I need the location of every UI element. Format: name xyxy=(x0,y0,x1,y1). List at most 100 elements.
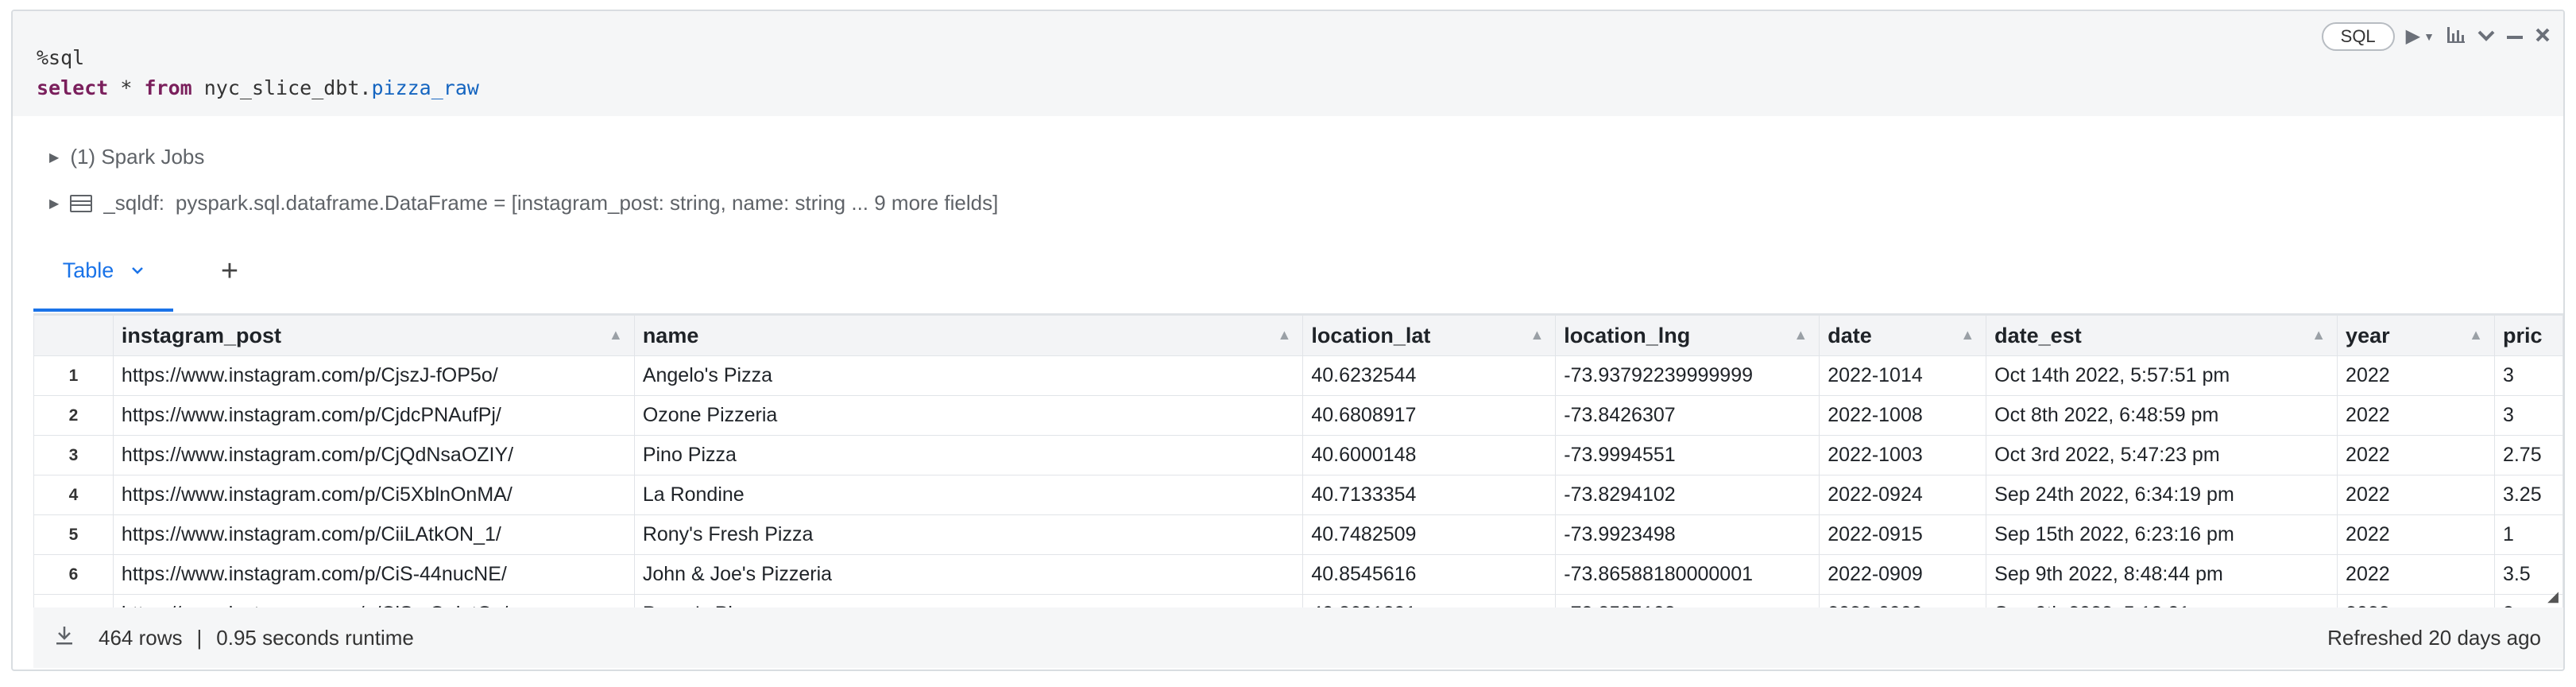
spark-jobs-row[interactable]: ▶ (1) Spark Jobs xyxy=(49,145,204,169)
table-cell[interactable]: 2022-0915 xyxy=(1819,514,1987,555)
table-cell[interactable]: https://www.instagram.com/p/CjQdNsaOZIY/ xyxy=(112,435,635,475)
add-tab-button[interactable]: + xyxy=(210,251,249,291)
minimize-icon[interactable] xyxy=(2506,27,2524,46)
table-cell[interactable]: Oct 8th 2022, 6:48:59 pm xyxy=(1986,395,2338,436)
table-cell[interactable]: Angelo's Pizza xyxy=(633,355,1304,396)
collapse-chevron-icon[interactable] xyxy=(2477,27,2495,46)
close-icon[interactable] xyxy=(2535,27,2551,47)
table-row[interactable]: 3 https://www.instagram.com/p/CjQdNsaOZIY… xyxy=(33,435,2563,475)
sort-icon[interactable]: ▲ xyxy=(1793,327,1808,344)
table-cell[interactable]: Oct 14th 2022, 5:57:51 pm xyxy=(1986,355,2338,396)
table-cell[interactable]: -73.93792239999999 xyxy=(1555,355,1820,396)
code-editor[interactable]: %sql select * from nyc_slice_dbt.pizza_r… xyxy=(13,11,2563,116)
table-cell[interactable]: 2022 xyxy=(2337,594,2495,607)
table-cell[interactable]: 40.8545616 xyxy=(1302,554,1557,595)
table-cell[interactable]: 1 xyxy=(2493,514,2563,555)
table-cell[interactable]: 40.6000148 xyxy=(1302,435,1557,475)
table-cell[interactable]: 2022-0909 xyxy=(1819,554,1987,595)
column-header[interactable]: date ▲ xyxy=(1819,315,1987,356)
run-icon[interactable]: ▶ xyxy=(2406,27,2420,46)
table-cell[interactable]: -73.8585108 xyxy=(1555,594,1820,607)
table-row[interactable]: 2 https://www.instagram.com/p/CjdcPNAufPj… xyxy=(33,395,2563,436)
dataframe-row[interactable]: ▶ _sqldf: pyspark.sql.dataframe.DataFram… xyxy=(49,191,998,215)
table-row[interactable]: 7https://www.instagram.com/p/CiSmOpiutQy… xyxy=(33,594,2563,607)
column-header[interactable]: location_lat ▲ xyxy=(1302,315,1557,356)
download-icon[interactable] xyxy=(52,624,76,652)
table-cell[interactable]: Sep 15th 2022, 6:23:16 pm xyxy=(1986,514,2338,555)
column-header[interactable]: name ▲ xyxy=(633,315,1304,356)
column-header[interactable]: instagram_post ▲ xyxy=(112,315,635,356)
table-cell[interactable]: 2022 xyxy=(2337,395,2495,436)
table-cell[interactable]: https://www.instagram.com/p/Ci5XblnOnMA/ xyxy=(112,475,635,515)
table-cell[interactable]: 2022 xyxy=(2337,355,2495,396)
chart-icon[interactable] xyxy=(2446,25,2466,49)
table-cell[interactable]: 2022-0924 xyxy=(1819,475,1987,515)
table-cell[interactable]: 2022-1003 xyxy=(1819,435,1987,475)
tab-table[interactable]: Table xyxy=(33,232,173,312)
table-cell[interactable]: 3.25 xyxy=(2493,475,2563,515)
table-cell[interactable]: https://www.instagram.com/p/CiS-44nucNE/ xyxy=(112,554,635,595)
table-row[interactable]: 4 https://www.instagram.com/p/Ci5XblnOnMA… xyxy=(33,475,2563,515)
column-header[interactable]: date_est ▲ xyxy=(1986,315,2338,356)
table-cell[interactable]: -73.8294102 xyxy=(1555,475,1820,515)
row-number[interactable]: 1 xyxy=(33,355,114,396)
table-cell[interactable]: Prego's Pizza xyxy=(633,594,1304,607)
column-header[interactable]: year ▲ xyxy=(2337,315,2495,356)
table-cell[interactable]: Sep 9th 2022, 5:13:31 pm xyxy=(1986,594,2338,607)
table-cell[interactable]: 2022-1008 xyxy=(1819,395,1987,436)
table-cell[interactable]: 40.8631291 xyxy=(1302,594,1557,607)
run-menu-chevron-icon[interactable]: ▼ xyxy=(2423,31,2435,42)
sort-icon[interactable]: ▲ xyxy=(1530,327,1544,344)
table-cell[interactable]: 2022 xyxy=(2337,514,2495,555)
table-cell[interactable]: 3 xyxy=(2493,355,2563,396)
table-cell[interactable]: Sep 24th 2022, 6:34:19 pm xyxy=(1986,475,2338,515)
table-cell[interactable]: -73.8426307 xyxy=(1555,395,1820,436)
chevron-down-icon[interactable] xyxy=(131,262,144,280)
row-number[interactable]: 2 xyxy=(33,395,114,436)
table-cell[interactable]: 2.75 xyxy=(2493,435,2563,475)
row-number[interactable]: 7 xyxy=(33,594,114,607)
sort-icon[interactable]: ▲ xyxy=(2311,327,2326,344)
row-number[interactable]: 4 xyxy=(33,475,114,515)
table-cell[interactable]: 2022 xyxy=(2337,435,2495,475)
table-cell[interactable]: -73.86588180000001 xyxy=(1555,554,1820,595)
table-row[interactable]: 5 https://www.instagram.com/p/CiiLAtkON_1… xyxy=(33,514,2563,555)
table-row[interactable]: 1 https://www.instagram.com/p/CjszJ-fOP5o… xyxy=(33,355,2563,396)
table-cell[interactable]: Ozone Pizzeria xyxy=(633,395,1304,436)
table-cell[interactable]: John & Joe's Pizzeria xyxy=(633,554,1304,595)
expand-caret-icon[interactable]: ▶ xyxy=(49,196,59,212)
table-cell[interactable]: Rony's Fresh Pizza xyxy=(633,514,1304,555)
language-selector[interactable]: SQL xyxy=(2321,22,2395,51)
resize-handle-icon[interactable]: ◢ xyxy=(2547,588,2559,605)
table-cell[interactable]: 40.6232544 xyxy=(1302,355,1557,396)
table-cell[interactable]: 3 xyxy=(2493,395,2563,436)
row-number[interactable]: 5 xyxy=(33,514,114,555)
table-cell[interactable]: Sep 9th 2022, 8:48:44 pm xyxy=(1986,554,2338,595)
table-cell[interactable]: 40.7482509 xyxy=(1302,514,1557,555)
table-cell[interactable]: https://www.instagram.com/p/CiSmOpiutQy/ xyxy=(112,594,635,607)
table-cell[interactable]: 2022-1014 xyxy=(1819,355,1987,396)
table-cell[interactable]: https://www.instagram.com/p/CjdcPNAufPj/ xyxy=(112,395,635,436)
table-row[interactable]: 6 https://www.instagram.com/p/CiS-44nucNE… xyxy=(33,554,2563,595)
sort-icon[interactable]: ▲ xyxy=(609,327,623,344)
sort-icon[interactable]: ▲ xyxy=(1278,327,1292,344)
table-cell[interactable]: 2022 xyxy=(2337,475,2495,515)
table-cell[interactable]: 2022-0909 xyxy=(1819,594,1987,607)
column-header[interactable]: location_lng ▲ xyxy=(1555,315,1820,356)
expand-caret-icon[interactable]: ▶ xyxy=(49,149,59,165)
table-cell[interactable]: -73.9923498 xyxy=(1555,514,1820,555)
table-cell[interactable]: Oct 3rd 2022, 5:47:23 pm xyxy=(1986,435,2338,475)
row-number[interactable]: 6 xyxy=(33,554,114,595)
table-cell[interactable]: 2022 xyxy=(2337,554,2495,595)
table-cell[interactable]: Pino Pizza xyxy=(633,435,1304,475)
table-cell[interactable]: https://www.instagram.com/p/CjszJ-fOP5o/ xyxy=(112,355,635,396)
table-cell[interactable]: 40.6808917 xyxy=(1302,395,1557,436)
column-header[interactable]: pric xyxy=(2493,315,2563,356)
table-cell[interactable]: La Rondine xyxy=(633,475,1304,515)
table-cell[interactable]: -73.9994551 xyxy=(1555,435,1820,475)
sort-icon[interactable]: ▲ xyxy=(2469,327,2483,344)
sort-icon[interactable]: ▲ xyxy=(1960,327,1975,344)
table-cell[interactable]: https://www.instagram.com/p/CiiLAtkON_1/ xyxy=(112,514,635,555)
row-number[interactable]: 3 xyxy=(33,435,114,475)
table-cell[interactable]: 40.7133354 xyxy=(1302,475,1557,515)
